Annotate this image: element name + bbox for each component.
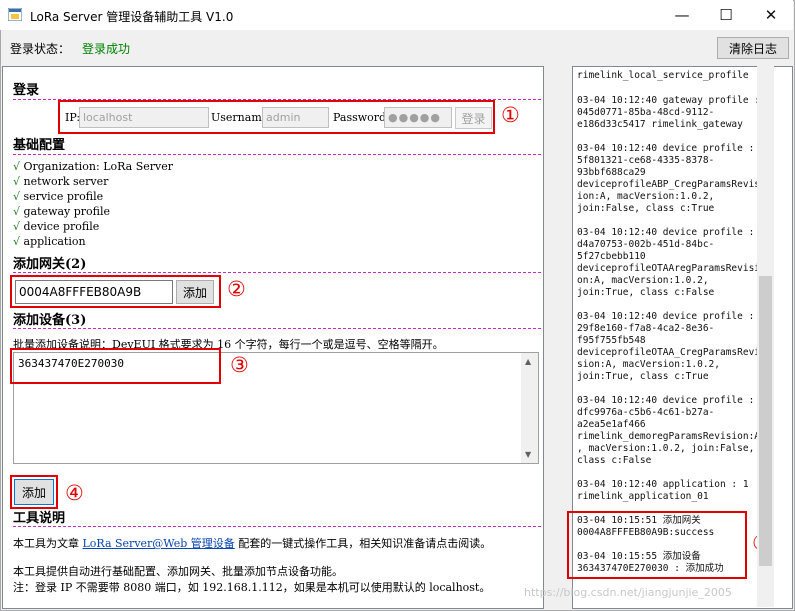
maximize-icon: ☐ <box>719 6 733 24</box>
tool-info-line-3: 注：登录 IP 不需要带 8080 端口，如 192.168.1.112，如果是… <box>13 581 491 594</box>
log-entry: rimelink_local_service_profile <box>577 70 749 81</box>
username-input[interactable]: admin <box>262 107 329 128</box>
gateway-id-input[interactable]: 0004A8FFFEB80A9B <box>15 280 173 304</box>
log-entry: 03-04 10:12:40 device profile : d4a70753… <box>577 227 761 298</box>
config-item-organization: √ Organization: LoRa Server <box>13 160 173 173</box>
close-button[interactable]: ✕ <box>749 0 793 30</box>
tool-info-line-2: 本工具提供自动进行基础配置、添加网关、批量添加节点设备功能。 <box>13 565 343 578</box>
watermark: https://blog.csdn.net/jiangjunjie_2005 <box>524 586 732 599</box>
divider <box>13 328 541 329</box>
ip-label: IP: <box>65 111 81 124</box>
status-bar: 登录状态： 登录成功 清除日志 <box>0 31 793 65</box>
config-item-service-profile: √ service profile <box>13 190 104 203</box>
password-input[interactable]: ●●●●● <box>384 107 452 128</box>
check-icon: √ <box>13 235 21 248</box>
add-device-title: 添加设备(3) <box>13 313 87 328</box>
login-status-label: 登录状态： <box>10 42 71 56</box>
tool-info-line-1: 本工具为文章 LoRa Server@Web 管理设备 配套的一键式操作工具，相… <box>13 537 492 550</box>
marker-3: ③ <box>230 353 249 377</box>
log-entry: 03-04 10:12:40 device profile : 5f801321… <box>577 143 761 214</box>
title-bar: LoRa Server 管理设备辅助工具 V1.0 — ☐ ✕ <box>0 0 793 30</box>
config-item-application: √ application <box>13 235 86 248</box>
window-title: LoRa Server 管理设备辅助工具 V1.0 <box>30 10 234 24</box>
marker-1: ① <box>501 103 520 127</box>
tool-info-title: 工具说明 <box>13 511 66 526</box>
add-gateway-button[interactable]: 添加 <box>176 280 214 304</box>
check-icon: √ <box>13 220 21 233</box>
scroll-down-icon[interactable]: ▼ <box>525 450 531 459</box>
ip-input[interactable]: localhost <box>79 107 209 128</box>
textarea-scrollbar[interactable]: ▲ ▼ <box>521 353 538 463</box>
check-icon: √ <box>13 160 21 173</box>
maximize-button[interactable]: ☐ <box>704 0 748 30</box>
divider <box>13 154 541 155</box>
login-section-title: 登录 <box>13 83 40 98</box>
divider <box>13 272 541 273</box>
main-panel: 登录 IP: localhost Username: admin Passwor… <box>2 66 544 609</box>
log-entry: 03-04 10:12:40 application : 1 rimelink_… <box>577 479 749 502</box>
password-label: Password: <box>333 111 390 124</box>
log-highlight <box>567 511 747 579</box>
clear-log-button[interactable]: 清除日志 <box>717 37 789 59</box>
log-entry: 03-04 10:12:40 device profile : 29f8e160… <box>577 311 761 382</box>
login-button[interactable]: 登录 <box>455 107 492 129</box>
config-item-network-server: √ network server <box>13 175 109 188</box>
minimize-button[interactable]: — <box>660 0 704 30</box>
log-scroll-thumb[interactable] <box>759 276 772 566</box>
log-entry: 03-04 10:12:40 gateway profile : 045d077… <box>577 95 760 130</box>
config-item-device-profile: √ device profile <box>13 220 100 233</box>
check-icon: √ <box>13 175 21 188</box>
add-device-button[interactable]: 添加 <box>14 479 54 505</box>
marker-2: ② <box>227 277 246 301</box>
minimize-icon: — <box>674 6 690 24</box>
check-icon: √ <box>13 190 21 203</box>
scroll-up-icon[interactable]: ▲ <box>525 357 531 366</box>
add-gateway-title: 添加网关(2) <box>13 257 87 272</box>
login-status-value: 登录成功 <box>82 42 131 56</box>
base-config-title: 基础配置 <box>13 138 66 153</box>
close-icon: ✕ <box>764 6 778 24</box>
config-item-gateway-profile: √ gateway profile <box>13 205 111 218</box>
divider <box>13 526 541 527</box>
check-icon: √ <box>13 205 21 218</box>
marker-4: ④ <box>65 481 84 505</box>
article-link[interactable]: LoRa Server@Web 管理设备 <box>83 537 235 550</box>
app-icon <box>8 8 22 21</box>
log-entry: 03-04 10:12:40 device profile : dfc9976a… <box>577 395 761 466</box>
deveui-value: 363437470E270030 <box>18 357 124 370</box>
